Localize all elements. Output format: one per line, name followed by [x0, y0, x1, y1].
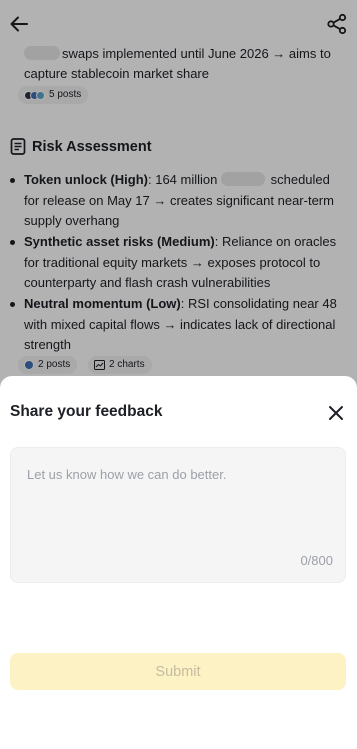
submit-button[interactable]: Submit: [10, 653, 346, 690]
feedback-textarea[interactable]: [11, 448, 345, 582]
close-icon[interactable]: [327, 404, 345, 422]
character-counter: 0/800: [300, 553, 333, 568]
sheet-title: Share your feedback: [10, 403, 163, 420]
feedback-sheet: Share your feedback 0/800 Submit: [0, 376, 357, 749]
feedback-textarea-box: 0/800: [10, 447, 346, 583]
